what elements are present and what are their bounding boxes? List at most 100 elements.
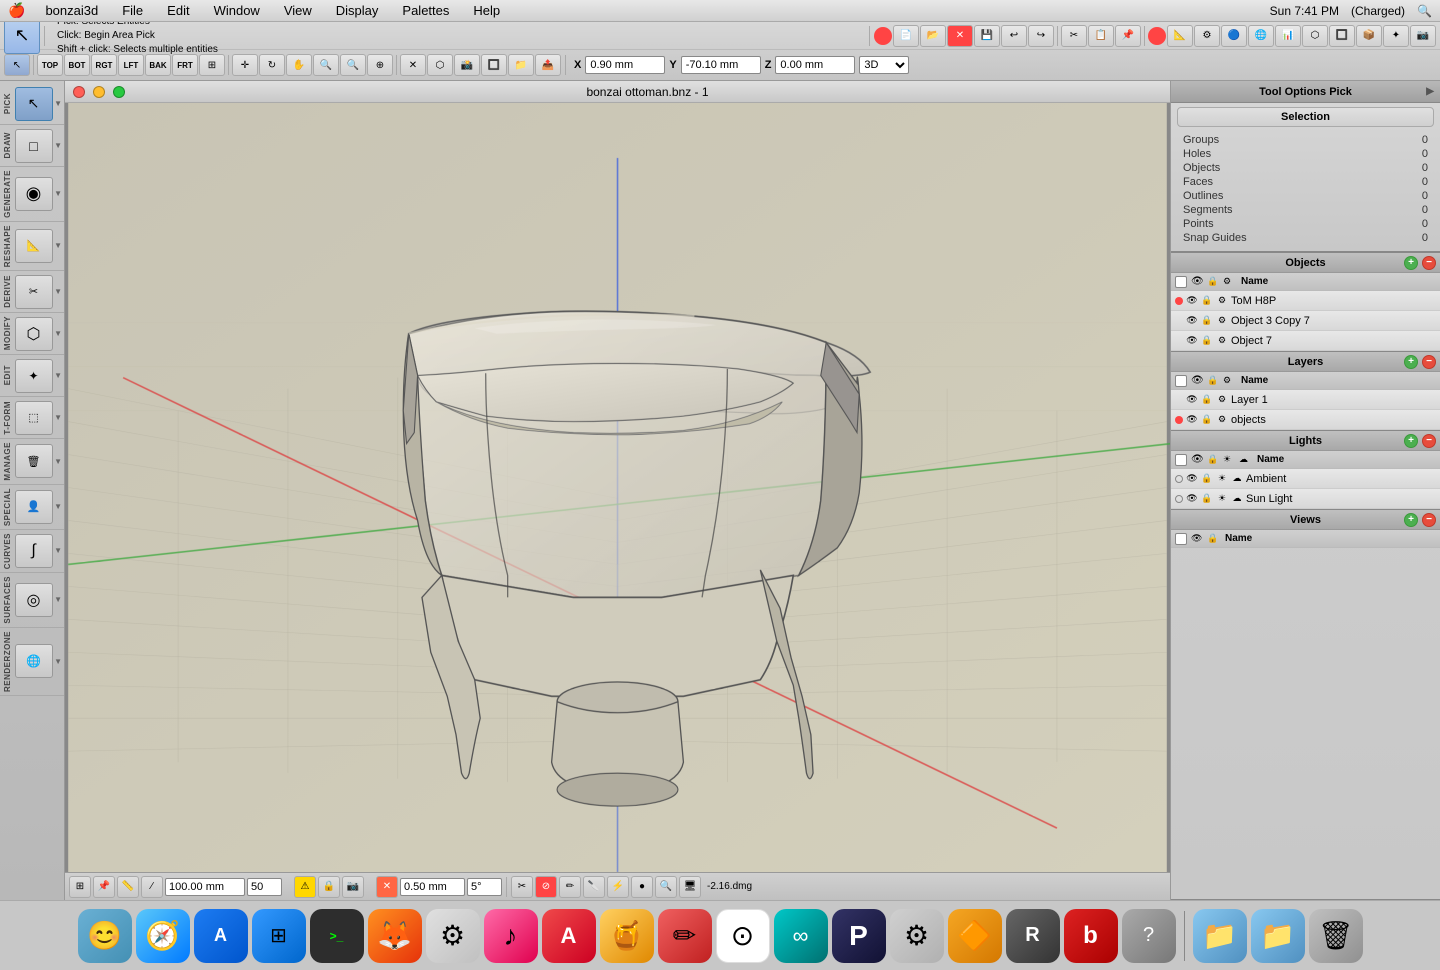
edit-btn[interactable]: ✦	[15, 359, 53, 393]
tb-b5[interactable]: 📐	[1167, 25, 1193, 47]
object-row-2[interactable]: 👁 🔒 ⚙ Object 3 Copy 7	[1171, 311, 1440, 331]
window-menu[interactable]: Window	[210, 3, 264, 18]
obj3-gear[interactable]: ⚙	[1216, 335, 1228, 346]
tb-rgt[interactable]: RGT	[91, 54, 117, 76]
curves-expand[interactable]: ▼	[54, 546, 62, 555]
view-btn[interactable]: 🖥	[679, 876, 701, 898]
knife-btn[interactable]: 🔪	[583, 876, 605, 898]
tb-zoomfit[interactable]: ⊕	[367, 54, 393, 76]
dock-itunes[interactable]: ♪	[484, 909, 538, 963]
tb-open[interactable]: 📂	[920, 25, 946, 47]
tb-b12[interactable]: 📦	[1356, 25, 1382, 47]
dock-sysprefs2[interactable]: ⚙	[890, 909, 944, 963]
tb-more3[interactable]: 🔲	[481, 54, 507, 76]
obj2-lock[interactable]: 🔒	[1201, 315, 1213, 326]
surfaces-btn[interactable]: ◎	[15, 583, 53, 617]
object-row-1[interactable]: 👁 🔒 ⚙ ToM H8P	[1171, 291, 1440, 311]
help-menu[interactable]: Help	[469, 3, 504, 18]
obj2-gear[interactable]: ⚙	[1216, 315, 1228, 326]
y-input[interactable]	[681, 56, 761, 74]
edit-menu[interactable]: Edit	[163, 3, 193, 18]
tb-copy[interactable]: 📋	[1088, 25, 1114, 47]
tb-rotate[interactable]: ↻	[259, 54, 285, 76]
special-btn[interactable]: 👤	[15, 490, 53, 524]
snap-btn[interactable]: 📌	[93, 876, 115, 898]
layer1-eye[interactable]: 👁	[1186, 394, 1198, 405]
dock-terminal[interactable]: >_	[310, 909, 364, 963]
angle-input[interactable]	[467, 878, 502, 896]
layers-header[interactable]: Layers + −	[1171, 352, 1440, 372]
measure-btn[interactable]: 📏	[117, 876, 139, 898]
grid-btn[interactable]: ⊞	[69, 876, 91, 898]
dock-appstore[interactable]: A	[194, 909, 248, 963]
curves-btn[interactable]: ∫	[15, 534, 53, 568]
file-menu[interactable]: File	[118, 3, 147, 18]
dock-trash[interactable]: 🗑	[1309, 909, 1363, 963]
reshape-btn[interactable]: 📐	[15, 229, 53, 263]
tb-more1[interactable]: ⬡	[427, 54, 453, 76]
tb-new[interactable]: 📄	[893, 25, 919, 47]
manage-btn[interactable]: 🗑	[15, 444, 53, 478]
draw-btn[interactable]: □	[15, 129, 53, 163]
dock-folder2[interactable]: 📁	[1251, 909, 1305, 963]
layer1-lock[interactable]: 🔒	[1201, 394, 1213, 405]
selection-tab[interactable]: Selection	[1177, 107, 1434, 127]
tb-save[interactable]: 💾	[974, 25, 1000, 47]
tb-close2[interactable]: ✕	[400, 54, 426, 76]
obj1-gear[interactable]: ⚙	[1216, 295, 1228, 306]
view-menu[interactable]: View	[280, 3, 316, 18]
derive-expand[interactable]: ▼	[54, 287, 62, 296]
edit2-btn[interactable]: ✏	[559, 876, 581, 898]
manage-expand[interactable]: ▼	[54, 457, 62, 466]
mag-btn[interactable]: 🔍	[655, 876, 677, 898]
dock-bonzai[interactable]: b	[1064, 909, 1118, 963]
tb-top[interactable]: TOP	[37, 54, 63, 76]
tb-b8[interactable]: 🌐	[1248, 25, 1274, 47]
modify-expand[interactable]: ▼	[54, 329, 62, 338]
obj3-eye[interactable]: 👁	[1186, 335, 1198, 346]
offset-input[interactable]	[400, 878, 465, 896]
tb-b14[interactable]: 📷	[1410, 25, 1436, 47]
light1-lock[interactable]: 🔒	[1201, 473, 1213, 484]
tb-bot[interactable]: BOT	[64, 54, 90, 76]
tb-move[interactable]: ✛	[232, 54, 258, 76]
pick-expand[interactable]: ▼	[54, 99, 62, 108]
objects-remove-btn[interactable]: −	[1422, 256, 1436, 270]
light2-eye[interactable]: 👁	[1186, 493, 1198, 504]
generate-btn[interactable]: ◉	[15, 177, 53, 211]
dock-appstore2[interactable]: A	[542, 909, 596, 963]
tb-more5[interactable]: 📤	[535, 54, 561, 76]
light2-lock[interactable]: 🔒	[1201, 493, 1213, 504]
minimize-window-btn[interactable]	[93, 86, 105, 98]
warn-btn[interactable]: ⚠	[294, 876, 316, 898]
tb-b6[interactable]: ⚙	[1194, 25, 1220, 47]
layer-row-2[interactable]: 👁 🔒 ⚙ objects	[1171, 410, 1440, 430]
layer1-gear[interactable]: ⚙	[1216, 394, 1228, 405]
obj3-lock[interactable]: 🔒	[1201, 335, 1213, 346]
tb-pan[interactable]: ✋	[286, 54, 312, 76]
tb-b11[interactable]: 🔲	[1329, 25, 1355, 47]
layer2-gear[interactable]: ⚙	[1216, 414, 1228, 425]
light-row-1[interactable]: 👁 🔒 ☀ ☁ Ambient	[1171, 469, 1440, 489]
views-check-all[interactable]	[1175, 533, 1187, 545]
dock-blender[interactable]: 🔶	[948, 909, 1002, 963]
reshape-expand[interactable]: ▼	[54, 241, 62, 250]
special-expand[interactable]: ▼	[54, 502, 62, 511]
red-dot-btn[interactable]	[874, 27, 892, 45]
lights-add-btn[interactable]: +	[1404, 434, 1418, 448]
tb-more4[interactable]: 📁	[508, 54, 534, 76]
cam-btn[interactable]: 📷	[342, 876, 364, 898]
size-input[interactable]	[165, 878, 245, 896]
display-menu[interactable]: Display	[332, 3, 383, 18]
tb-undo[interactable]: ↩	[1001, 25, 1027, 47]
app-menu[interactable]: bonzai3d	[41, 3, 102, 18]
tb-b13[interactable]: ✦	[1383, 25, 1409, 47]
tb-b10[interactable]: ⬡	[1302, 25, 1328, 47]
layers-check-all[interactable]	[1175, 375, 1187, 387]
view-select[interactable]: 3D TOP FRT	[859, 56, 909, 74]
views-header[interactable]: Views + −	[1171, 510, 1440, 530]
renderzone-btn[interactable]: 🌐	[15, 644, 53, 678]
axis-btn[interactable]: ✕	[376, 876, 398, 898]
search-icon[interactable]: 🔍	[1417, 4, 1432, 18]
tb-zoomin[interactable]: 🔍	[313, 54, 339, 76]
